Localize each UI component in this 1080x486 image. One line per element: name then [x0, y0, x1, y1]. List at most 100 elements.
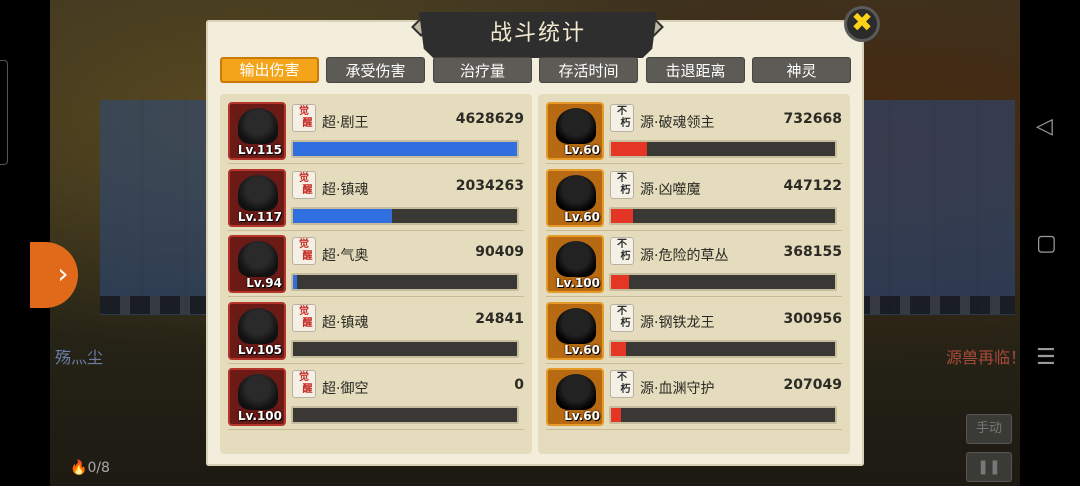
unit-name: 源·凶噬魔: [640, 181, 701, 198]
tab-healing[interactable]: 治疗量: [433, 57, 532, 83]
unit-portrait[interactable]: Lv.105: [228, 301, 286, 360]
badge-char-1: 不: [617, 239, 627, 250]
badge-char-2: 醒: [302, 118, 313, 129]
unit-stat-value: 90409: [475, 244, 524, 260]
close-icon: ✖: [851, 8, 873, 38]
badge-char-1: 觉: [299, 239, 309, 250]
enemy-team-panel: Lv.60 不朽源·破魂领主 732668 Lv.60 不朽源·凶噬魔 447122 Lv.…: [538, 94, 850, 454]
unit-row: Lv.100 觉醒超·御空 0: [220, 364, 532, 430]
unit-portrait[interactable]: Lv.115: [228, 102, 286, 160]
unit-level: Lv.100: [237, 409, 282, 423]
rank-badge-icon: 不朽: [610, 170, 634, 199]
unit-portrait[interactable]: Lv.100: [546, 235, 604, 293]
stat-bar-fill: [611, 341, 626, 356]
unit-portrait[interactable]: Lv.60: [546, 102, 604, 160]
unit-name: 超·镇魂: [322, 314, 369, 331]
stat-bar: [609, 140, 837, 158]
unit-row: Lv.100 不朽源·危险的草丛 368155: [538, 231, 850, 297]
unit-stat-value: 24841: [475, 310, 524, 327]
close-button[interactable]: ✖: [844, 6, 880, 42]
badge-char-1: 不: [617, 106, 627, 117]
manual-button[interactable]: 手动: [966, 414, 1012, 444]
unit-row: Lv.60 不朽源·钢铁龙王 300956: [538, 298, 850, 364]
unit-figure-icon: [238, 374, 278, 410]
rank-badge-icon: 觉醒: [292, 303, 316, 332]
unit-row: Lv.94 觉醒超·气奥 90409: [220, 231, 532, 297]
player-team-panel: Lv.115 觉醒超·剧王 4628629 Lv.117 觉醒超·镇魂 2034263 Lv…: [220, 94, 532, 454]
stat-bar-fill: [293, 275, 298, 289]
unit-stat-value: 300956: [783, 310, 842, 327]
badge-char-1: 觉: [299, 172, 309, 184]
unit-row: Lv.60 不朽源·凶噬魔 447122: [538, 165, 850, 231]
badge-char-2: 朽: [620, 118, 631, 129]
tab-damage-taken[interactable]: 承受伤害: [326, 57, 425, 83]
row-divider: [228, 429, 524, 430]
unit-figure-icon: [238, 241, 278, 277]
battle-stats-dialog: 战斗统计 ✖ 输出伤害 承受伤害 治疗量 存活时间 击退距离 神灵 Lv.115…: [206, 6, 880, 466]
pause-button[interactable]: ❚❚: [966, 452, 1012, 482]
badge-char-1: 觉: [299, 372, 309, 383]
tab-damage-dealt[interactable]: 输出伤害: [220, 57, 319, 83]
stat-bar: [609, 406, 837, 424]
menu-nav-icon[interactable]: ☰: [1036, 345, 1056, 370]
stat-bar-fill: [611, 142, 647, 156]
unit-row: Lv.117 觉醒超·镇魂 2034263: [220, 165, 532, 231]
stat-bar-fill: [611, 208, 634, 223]
rank-badge-icon: 不朽: [610, 104, 634, 132]
unit-portrait[interactable]: Lv.100: [228, 368, 286, 426]
unit-stat-value: 207049: [783, 377, 842, 393]
flame-icon: 🔥: [70, 460, 88, 476]
unit-name: 源·钢铁龙王: [640, 314, 715, 331]
badge-char-2: 朽: [620, 384, 631, 395]
stat-bar: [609, 339, 837, 358]
player-name-label: 殇灬尘: [55, 348, 104, 367]
unit-level: Lv.60: [564, 342, 600, 357]
unit-stat-value: 732668: [783, 111, 842, 127]
badge-char-1: 不: [617, 372, 627, 383]
dialog-title: 战斗统计: [419, 12, 657, 58]
stat-bar-fill: [293, 208, 392, 223]
tab-knockback[interactable]: 击退距离: [646, 57, 745, 83]
unit-stat-value: 2034263: [455, 177, 524, 194]
rank-badge-icon: 觉醒: [292, 170, 316, 199]
unit-name: 超·御空: [322, 381, 369, 397]
unit-row: Lv.60 不朽源·破魂领主 732668: [538, 98, 850, 164]
enemy-wave-label: 源兽再临！: [946, 348, 1027, 367]
badge-char-2: 朽: [620, 251, 631, 262]
unit-portrait[interactable]: Lv.117: [228, 168, 286, 227]
unit-figure-icon: [556, 241, 596, 277]
unit-row: Lv.60 不朽源·血渊守护 207049: [538, 364, 850, 430]
tab-survival-time[interactable]: 存活时间: [539, 57, 638, 83]
badge-char-2: 醒: [302, 184, 313, 196]
unit-stat-value: 4628629: [455, 111, 524, 127]
rank-badge-icon: 觉醒: [292, 237, 316, 265]
unit-portrait[interactable]: Lv.60: [546, 168, 604, 227]
unit-stat-value: 368155: [783, 244, 842, 260]
unit-name: 源·血渊守护: [640, 381, 715, 397]
rank-badge-icon: 不朽: [610, 370, 634, 398]
badge-char-1: 觉: [299, 106, 309, 117]
unit-portrait[interactable]: Lv.60: [546, 368, 604, 426]
resource-count: 0/8: [87, 460, 110, 476]
stat-bar: [291, 273, 519, 291]
unit-row: Lv.105 觉醒超·镇魂 24841: [220, 298, 532, 364]
tab-deity[interactable]: 神灵: [752, 57, 851, 83]
unit-name: 超·气奥: [322, 248, 369, 264]
chevron-right-icon: ›: [57, 257, 69, 290]
rank-badge-icon: 觉醒: [292, 370, 316, 398]
unit-stat-value: 447122: [783, 177, 842, 194]
unit-name: 源·破魂领主: [640, 115, 715, 131]
unit-figure-icon: [238, 108, 278, 144]
unit-name: 超·剧王: [322, 115, 369, 131]
stat-bar: [609, 206, 837, 225]
badge-char-1: 不: [617, 305, 627, 317]
unit-portrait[interactable]: Lv.94: [228, 235, 286, 293]
back-nav-icon[interactable]: ◁: [1036, 114, 1053, 139]
unit-level: Lv.94: [246, 276, 282, 290]
unit-portrait[interactable]: Lv.60: [546, 301, 604, 360]
home-nav-icon[interactable]: ▢: [1036, 231, 1057, 256]
unit-row: Lv.115 觉醒超·剧王 4628629: [220, 98, 532, 164]
unit-level: Lv.60: [564, 409, 600, 423]
unit-figure-icon: [556, 174, 596, 211]
stat-bar: [291, 206, 519, 225]
